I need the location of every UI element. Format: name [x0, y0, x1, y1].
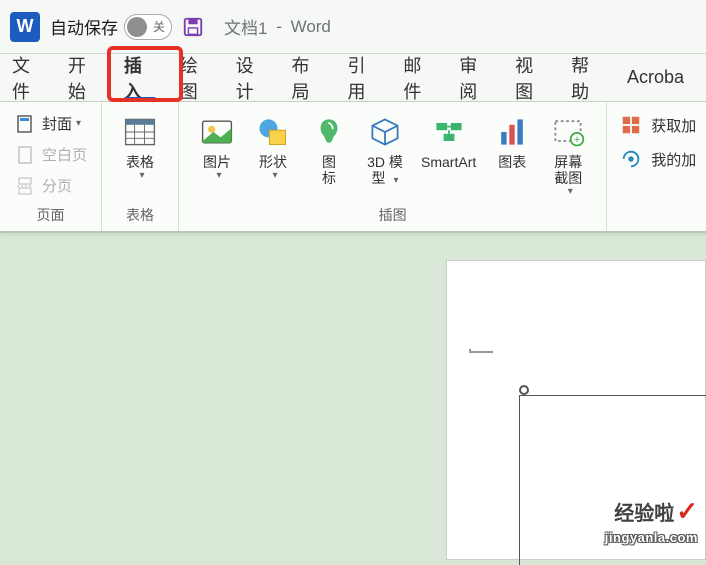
page-break-button[interactable]: 分页 [10, 172, 91, 199]
screenshot-button[interactable]: + 屏幕截图 ▾ [540, 108, 596, 201]
picture-icon [197, 112, 237, 152]
group-illustrations: 图片 ▾ 形状 ▾ 图标 3D 模型 ▾ SmartArt [179, 102, 607, 231]
chevron-down-icon: ▾ [393, 175, 398, 186]
tab-layout[interactable]: 布局 [280, 54, 336, 101]
smartart-icon [429, 112, 469, 152]
title-bar: W 自动保存 关 文档1 - Word [0, 0, 706, 54]
app-name: Word [291, 17, 331, 37]
ribbon: 封面 ▾ 空白页 分页 页面 表格 ▾ [0, 102, 706, 233]
model-label-2: 型 [372, 170, 386, 186]
blank-label: 空白页 [42, 144, 87, 165]
tab-draw[interactable]: 绘图 [168, 54, 224, 101]
table-icon [120, 112, 160, 152]
group-pages-label: 页面 [37, 201, 65, 229]
chevron-down-icon: ▾ [76, 118, 81, 129]
icons-label-1: 图 [322, 154, 336, 170]
my-addins-label: 我的加 [651, 149, 696, 170]
watermark: 经验啦✓ jingyanla.com [605, 500, 698, 549]
tab-acrobat[interactable]: Acroba [615, 54, 696, 101]
toggle-knob [127, 17, 147, 37]
smartart-label: SmartArt [421, 154, 476, 170]
group-table: 表格 ▾ 表格 [102, 102, 179, 231]
chart-icon [492, 112, 532, 152]
shapes-button[interactable]: 形状 ▾ [245, 108, 301, 201]
cover-page-icon [14, 114, 36, 134]
3d-models-button[interactable]: 3D 模型 ▾ [357, 108, 413, 201]
addin-icon [619, 148, 645, 170]
tab-design[interactable]: 设计 [224, 54, 280, 101]
watermark-url: jingyanla.com [605, 530, 698, 545]
group-table-label: 表格 [126, 201, 154, 229]
chevron-down-icon: ▾ [273, 170, 278, 181]
page-break-icon [14, 176, 36, 196]
table-label: 表格 [126, 154, 154, 170]
chevron-down-icon: ▾ [568, 186, 573, 197]
table-button[interactable]: 表格 ▾ [112, 108, 168, 201]
chart-label: 图表 [498, 154, 526, 170]
tab-help[interactable]: 帮助 [559, 54, 615, 101]
blank-page-icon [14, 145, 36, 165]
shapes-icon [253, 112, 293, 152]
store-icon [619, 114, 645, 136]
screenshot-icon: + [548, 112, 588, 152]
tab-references[interactable]: 引用 [335, 54, 391, 101]
tab-insert[interactable]: 插入 [112, 54, 168, 101]
autosave-label: 自动保存 [50, 14, 118, 39]
tab-file[interactable]: 文件 [0, 54, 56, 101]
chevron-down-icon: ▾ [217, 170, 222, 181]
tab-home[interactable]: 开始 [56, 54, 112, 101]
word-app-icon: W [10, 12, 40, 42]
picture-label: 图片 [203, 154, 231, 170]
group-addins: 获取加 我的加 [607, 102, 706, 231]
cover-label: 封面 [42, 113, 72, 134]
tab-review[interactable]: 审阅 [447, 54, 503, 101]
cube-icon [365, 112, 405, 152]
check-icon: ✓ [676, 496, 698, 526]
tab-view[interactable]: 视图 [503, 54, 559, 101]
get-addins-label: 获取加 [651, 115, 696, 136]
shapes-label: 形状 [259, 154, 287, 170]
icons-icon [309, 112, 349, 152]
group-illustrations-label: 插图 [379, 201, 407, 229]
picture-button[interactable]: 图片 ▾ [189, 108, 245, 201]
group-pages: 封面 ▾ 空白页 分页 页面 [0, 102, 102, 231]
autosave-state: 关 [153, 18, 165, 35]
blank-page-button[interactable]: 空白页 [10, 141, 91, 168]
screenshot-label: 屏幕截图 [554, 154, 582, 186]
svg-text:+: + [574, 134, 580, 146]
doc-sep: - [271, 17, 286, 37]
icons-label-2: 标 [322, 170, 336, 186]
smartart-button[interactable]: SmartArt [413, 108, 484, 201]
document-title: 文档1 - Word [224, 14, 331, 39]
model-label-1: 3D 模 [367, 154, 403, 170]
ribbon-tabs: 文件 开始 插入 绘图 设计 布局 引用 邮件 审阅 视图 帮助 Acroba [0, 54, 706, 102]
chevron-down-icon: ▾ [140, 170, 145, 181]
save-icon[interactable] [182, 16, 204, 38]
my-addins-button[interactable]: 我的加 [617, 142, 698, 176]
get-addins-button[interactable]: 获取加 [617, 108, 698, 142]
cover-page-button[interactable]: 封面 ▾ [10, 110, 91, 137]
watermark-brand: 经验啦 [614, 503, 674, 525]
doc-name: 文档1 [224, 14, 267, 39]
icons-button[interactable]: 图标 [301, 108, 357, 201]
chart-button[interactable]: 图表 [484, 108, 540, 201]
tab-mailings[interactable]: 邮件 [391, 54, 447, 101]
autosave-toggle[interactable]: 关 [124, 14, 172, 40]
break-label: 分页 [42, 175, 72, 196]
textbox-handle[interactable] [519, 385, 529, 395]
